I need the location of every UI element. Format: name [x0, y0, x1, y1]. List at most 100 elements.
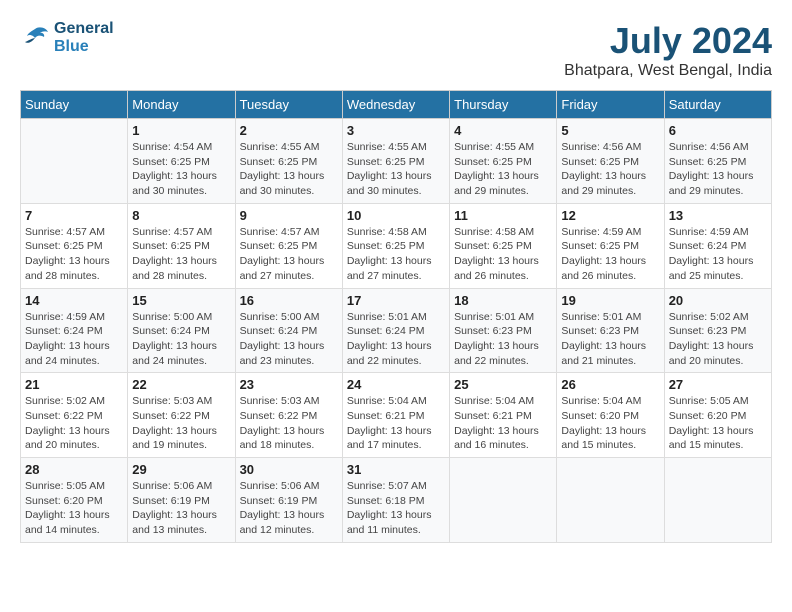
month-title: July 2024 — [564, 20, 772, 62]
day-info: Sunrise: 4:55 AM Sunset: 6:25 PM Dayligh… — [347, 140, 445, 199]
day-info: Sunrise: 4:55 AM Sunset: 6:25 PM Dayligh… — [240, 140, 338, 199]
day-number: 3 — [347, 123, 445, 138]
column-header-wednesday: Wednesday — [342, 91, 449, 119]
calendar-cell: 15Sunrise: 5:00 AM Sunset: 6:24 PM Dayli… — [128, 288, 235, 373]
day-info: Sunrise: 5:00 AM Sunset: 6:24 PM Dayligh… — [240, 310, 338, 369]
calendar-cell: 7 Sunrise: 4:57 AM Sunset: 6:25 PM Daylig… — [21, 203, 128, 288]
column-header-friday: Friday — [557, 91, 664, 119]
column-header-monday: Monday — [128, 91, 235, 119]
day-info: Sunrise: 5:05 AM Sunset: 6:20 PM Dayligh… — [669, 394, 767, 453]
day-info: Sunrise: 5:03 AM Sunset: 6:22 PM Dayligh… — [240, 394, 338, 453]
calendar-cell: 29 Sunrise: 5:06 AM Sunset: 6:19 PM Dayli… — [128, 458, 235, 543]
calendar-week-row: 21 Sunrise: 5:02 AM Sunset: 6:22 PM Dayli… — [21, 373, 772, 458]
calendar-cell — [664, 458, 771, 543]
day-number: 9 — [240, 208, 338, 223]
day-number: 22 — [132, 377, 230, 392]
calendar-cell: 14 Sunrise: 4:59 AM Sunset: 6:24 PM Dayli… — [21, 288, 128, 373]
calendar-cell: 25Sunrise: 5:04 AM Sunset: 6:21 PM Dayli… — [450, 373, 557, 458]
day-number: 25 — [454, 377, 552, 392]
calendar-cell: 17 Sunrise: 5:01 AM Sunset: 6:24 PM Dayli… — [342, 288, 449, 373]
day-number: 1 — [132, 123, 230, 138]
day-info: Sunrise: 5:01 AM Sunset: 6:23 PM Dayligh… — [454, 310, 552, 369]
logo-text: General Blue — [54, 20, 114, 56]
day-number: 16 — [240, 293, 338, 308]
day-number: 24 — [347, 377, 445, 392]
day-number: 7 — [25, 208, 123, 223]
column-header-sunday: Sunday — [21, 91, 128, 119]
calendar-cell: 4 Sunrise: 4:55 AM Sunset: 6:25 PM Daylig… — [450, 119, 557, 204]
calendar-cell: 31Sunrise: 5:07 AM Sunset: 6:18 PM Dayli… — [342, 458, 449, 543]
day-info: Sunrise: 5:01 AM Sunset: 6:24 PM Dayligh… — [347, 310, 445, 369]
calendar-cell: 10 Sunrise: 4:58 AM Sunset: 6:25 PM Dayli… — [342, 203, 449, 288]
calendar-cell: 1Sunrise: 4:54 AM Sunset: 6:25 PM Daylig… — [128, 119, 235, 204]
column-header-tuesday: Tuesday — [235, 91, 342, 119]
calendar-cell: 21 Sunrise: 5:02 AM Sunset: 6:22 PM Dayli… — [21, 373, 128, 458]
day-number: 10 — [347, 208, 445, 223]
calendar-week-row: 1Sunrise: 4:54 AM Sunset: 6:25 PM Daylig… — [21, 119, 772, 204]
day-info: Sunrise: 4:59 AM Sunset: 6:24 PM Dayligh… — [669, 225, 767, 284]
logo-icon — [20, 24, 50, 52]
title-block: July 2024 Bhatpara, West Bengal, India — [564, 20, 772, 80]
day-number: 27 — [669, 377, 767, 392]
day-info: Sunrise: 5:05 AM Sunset: 6:20 PM Dayligh… — [25, 479, 123, 538]
day-info: Sunrise: 4:57 AM Sunset: 6:25 PM Dayligh… — [25, 225, 123, 284]
calendar-cell: 16 Sunrise: 5:00 AM Sunset: 6:24 PM Dayli… — [235, 288, 342, 373]
calendar-cell: 18Sunrise: 5:01 AM Sunset: 6:23 PM Dayli… — [450, 288, 557, 373]
day-number: 29 — [132, 462, 230, 477]
day-info: Sunrise: 4:59 AM Sunset: 6:25 PM Dayligh… — [561, 225, 659, 284]
calendar-week-row: 14 Sunrise: 4:59 AM Sunset: 6:24 PM Dayli… — [21, 288, 772, 373]
calendar-cell: 3 Sunrise: 4:55 AM Sunset: 6:25 PM Daylig… — [342, 119, 449, 204]
day-number: 12 — [561, 208, 659, 223]
day-number: 19 — [561, 293, 659, 308]
day-number: 8 — [132, 208, 230, 223]
day-info: Sunrise: 4:58 AM Sunset: 6:25 PM Dayligh… — [347, 225, 445, 284]
day-info: Sunrise: 4:57 AM Sunset: 6:25 PM Dayligh… — [132, 225, 230, 284]
calendar-cell: 26 Sunrise: 5:04 AM Sunset: 6:20 PM Dayli… — [557, 373, 664, 458]
day-number: 4 — [454, 123, 552, 138]
day-info: Sunrise: 5:04 AM Sunset: 6:20 PM Dayligh… — [561, 394, 659, 453]
calendar-cell: 27 Sunrise: 5:05 AM Sunset: 6:20 PM Dayli… — [664, 373, 771, 458]
column-header-thursday: Thursday — [450, 91, 557, 119]
day-info: Sunrise: 5:06 AM Sunset: 6:19 PM Dayligh… — [240, 479, 338, 538]
logo: General Blue — [20, 20, 114, 56]
day-info: Sunrise: 5:00 AM Sunset: 6:24 PM Dayligh… — [132, 310, 230, 369]
calendar-week-row: 7 Sunrise: 4:57 AM Sunset: 6:25 PM Daylig… — [21, 203, 772, 288]
calendar-cell: 30Sunrise: 5:06 AM Sunset: 6:19 PM Dayli… — [235, 458, 342, 543]
calendar-cell: 8 Sunrise: 4:57 AM Sunset: 6:25 PM Daylig… — [128, 203, 235, 288]
calendar-cell — [21, 119, 128, 204]
calendar-cell: 11 Sunrise: 4:58 AM Sunset: 6:25 PM Dayli… — [450, 203, 557, 288]
calendar-cell: 5Sunrise: 4:56 AM Sunset: 6:25 PM Daylig… — [557, 119, 664, 204]
day-number: 21 — [25, 377, 123, 392]
day-info: Sunrise: 4:56 AM Sunset: 6:25 PM Dayligh… — [669, 140, 767, 199]
calendar-week-row: 28Sunrise: 5:05 AM Sunset: 6:20 PM Dayli… — [21, 458, 772, 543]
calendar-cell: 2 Sunrise: 4:55 AM Sunset: 6:25 PM Daylig… — [235, 119, 342, 204]
calendar-table: SundayMondayTuesdayWednesdayThursdayFrid… — [20, 90, 772, 543]
day-number: 17 — [347, 293, 445, 308]
calendar-cell: 6 Sunrise: 4:56 AM Sunset: 6:25 PM Daylig… — [664, 119, 771, 204]
day-number: 6 — [669, 123, 767, 138]
calendar-cell: 13Sunrise: 4:59 AM Sunset: 6:24 PM Dayli… — [664, 203, 771, 288]
day-info: Sunrise: 4:58 AM Sunset: 6:25 PM Dayligh… — [454, 225, 552, 284]
day-info: Sunrise: 5:02 AM Sunset: 6:23 PM Dayligh… — [669, 310, 767, 369]
calendar-cell: 9Sunrise: 4:57 AM Sunset: 6:25 PM Daylig… — [235, 203, 342, 288]
day-info: Sunrise: 5:02 AM Sunset: 6:22 PM Dayligh… — [25, 394, 123, 453]
calendar-cell: 24Sunrise: 5:04 AM Sunset: 6:21 PM Dayli… — [342, 373, 449, 458]
calendar-cell: 23 Sunrise: 5:03 AM Sunset: 6:22 PM Dayli… — [235, 373, 342, 458]
day-number: 23 — [240, 377, 338, 392]
calendar-cell: 28Sunrise: 5:05 AM Sunset: 6:20 PM Dayli… — [21, 458, 128, 543]
calendar-header-row: SundayMondayTuesdayWednesdayThursdayFrid… — [21, 91, 772, 119]
column-header-saturday: Saturday — [664, 91, 771, 119]
day-info: Sunrise: 4:55 AM Sunset: 6:25 PM Dayligh… — [454, 140, 552, 199]
day-info: Sunrise: 5:03 AM Sunset: 6:22 PM Dayligh… — [132, 394, 230, 453]
day-info: Sunrise: 4:59 AM Sunset: 6:24 PM Dayligh… — [25, 310, 123, 369]
day-number: 11 — [454, 208, 552, 223]
calendar-cell: 19Sunrise: 5:01 AM Sunset: 6:23 PM Dayli… — [557, 288, 664, 373]
day-number: 2 — [240, 123, 338, 138]
page-header: General Blue July 2024 Bhatpara, West Be… — [20, 20, 772, 80]
day-info: Sunrise: 5:06 AM Sunset: 6:19 PM Dayligh… — [132, 479, 230, 538]
day-number: 26 — [561, 377, 659, 392]
calendar-cell — [450, 458, 557, 543]
day-number: 14 — [25, 293, 123, 308]
calendar-cell: 20Sunrise: 5:02 AM Sunset: 6:23 PM Dayli… — [664, 288, 771, 373]
day-number: 5 — [561, 123, 659, 138]
